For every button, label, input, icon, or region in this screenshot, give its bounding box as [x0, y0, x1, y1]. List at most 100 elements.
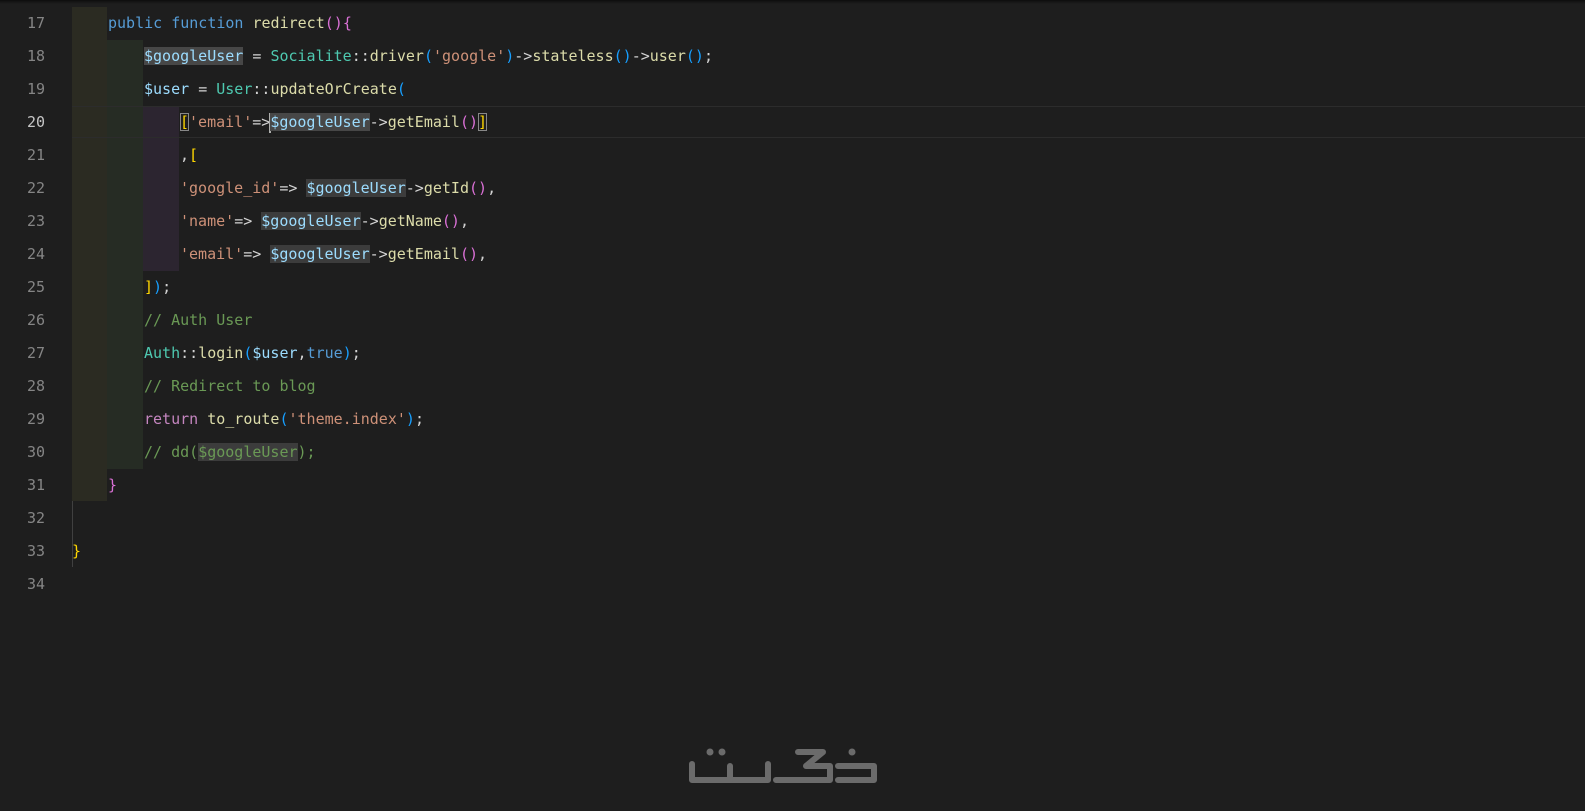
token-bracket: {: [342, 14, 352, 32]
token-function: getEmail: [387, 113, 460, 131]
token-comment: // dd(: [144, 443, 199, 461]
token-operator: =: [252, 47, 262, 65]
token-bracket: (): [459, 245, 479, 263]
token-operator: ,: [478, 245, 488, 263]
token-variable: $user: [144, 80, 190, 98]
code-line-26[interactable]: // Auth User: [144, 304, 252, 337]
code-line-18[interactable]: $googleUser = Socialite::driver('google'…: [144, 40, 713, 73]
token-function: to_route: [207, 410, 280, 428]
line-number: 32: [26, 509, 45, 527]
code-line-24[interactable]: 'email'=> $googleUser->getEmail(),: [180, 238, 487, 271]
code-line-21[interactable]: ,[: [180, 139, 198, 172]
token-function: redirect: [252, 14, 325, 32]
logo-dot: [706, 748, 714, 756]
token-operator: ,: [180, 146, 190, 164]
token-bracket: (): [685, 47, 704, 65]
token-bracket: (: [423, 47, 433, 65]
token-function: user: [649, 47, 686, 65]
token-bracket-match: ]: [478, 113, 488, 131]
code-line-29[interactable]: return to_route('theme.index');: [144, 403, 424, 436]
token-bracket: }: [72, 542, 82, 560]
token-operator: =>: [279, 179, 307, 197]
token-operator: ,: [297, 344, 307, 362]
line-number: 28: [26, 377, 45, 395]
token-operator: ->: [405, 179, 424, 197]
token-operator: =>: [234, 212, 262, 230]
token-variable-highlight: $googleUser: [306, 179, 406, 197]
token-function: getId: [423, 179, 469, 197]
token-operator: ->: [514, 47, 533, 65]
logo-dot: [848, 748, 856, 756]
line-number: 25: [26, 278, 45, 296]
token-bracket: (: [396, 80, 406, 98]
token-bracket: (): [324, 14, 343, 32]
logo-stroke: [773, 749, 833, 783]
token-keyword: function: [171, 14, 244, 32]
editor-top-shadow: [0, 0, 1585, 4]
code-line-33[interactable]: }: [72, 535, 81, 568]
token-comment: // Auth User: [144, 311, 253, 329]
code-line-25[interactable]: ]);: [144, 271, 171, 304]
line-number: 18: [26, 47, 45, 65]
token-class: Auth: [144, 344, 181, 362]
line-number: 30: [26, 443, 45, 461]
line-number: 21: [26, 146, 45, 164]
code-line-31[interactable]: }: [108, 469, 117, 502]
token-keyword-control: return: [144, 410, 199, 428]
token-bracket: ): [153, 278, 163, 296]
line-number: 31: [26, 476, 45, 494]
line-number: 34: [26, 575, 45, 593]
khodesat-logo: [689, 748, 877, 783]
token-operator: =>: [243, 245, 271, 263]
code-line-22[interactable]: 'google_id'=> $googleUser->getId(),: [180, 172, 496, 205]
token-operator: ->: [369, 245, 388, 263]
token-variable-highlight: $googleUser: [270, 245, 370, 263]
token-operator: ;: [414, 410, 424, 428]
code-editor[interactable]: 17 18 19 20 21 22 23 24 25 26 27 28 29 3…: [0, 7, 1585, 607]
token-string: 'theme.index': [288, 410, 406, 428]
token-bracket: (: [279, 410, 289, 428]
token-string: 'google_id': [180, 179, 280, 197]
token-keyword: public: [108, 14, 163, 32]
token-operator: ::: [252, 80, 271, 98]
token-operator: ->: [369, 113, 388, 131]
code-line-20[interactable]: ['email'=>$googleUser->getEmail()]: [180, 106, 488, 139]
token-bracket: ): [342, 344, 352, 362]
token-bracket: ]: [144, 278, 154, 296]
token-string: 'name': [180, 212, 235, 230]
token-bracket: (): [441, 212, 460, 230]
code-line-19[interactable]: $user = User::updateOrCreate(: [144, 73, 406, 106]
token-bracket: }: [108, 476, 118, 494]
token-operator: ::: [180, 344, 199, 362]
code-line-30[interactable]: // dd($googleUser);: [144, 436, 316, 469]
code-line-27[interactable]: Auth::login($user,true);: [144, 337, 361, 370]
logo-dot: [718, 748, 726, 756]
code-line-28[interactable]: // Redirect to blog: [144, 370, 316, 403]
token-keyword: true: [306, 344, 343, 362]
logo-stroke: [835, 763, 877, 783]
token-operator: =>: [252, 113, 271, 131]
token-operator: ,: [487, 179, 497, 197]
token-operator: ->: [631, 47, 650, 65]
token-comment: );: [297, 443, 316, 461]
token-class: User: [216, 80, 253, 98]
token-function: stateless: [532, 47, 614, 65]
token-bracket: ): [405, 410, 415, 428]
token-variable-highlight: $googleUser: [270, 113, 370, 131]
code-line-23[interactable]: 'name'=> $googleUser->getName(),: [180, 205, 469, 238]
token-bracket: ): [505, 47, 515, 65]
code-area[interactable]: public function redirect(){ $googleUser …: [72, 7, 1572, 607]
token-variable: $user: [252, 344, 298, 362]
line-number: 19: [26, 80, 45, 98]
token-operator: ::: [351, 47, 370, 65]
token-operator: ->: [360, 212, 379, 230]
token-function: getName: [378, 212, 442, 230]
token-bracket: (): [469, 179, 488, 197]
token-string: 'google': [433, 47, 506, 65]
line-number: 24: [26, 245, 45, 263]
token-operator: ,: [459, 212, 469, 230]
token-operator: ;: [703, 47, 713, 65]
code-line-17[interactable]: public function redirect(){: [108, 7, 352, 40]
line-number-active: 20: [26, 113, 45, 131]
token-variable-highlight: $googleUser: [144, 47, 244, 65]
